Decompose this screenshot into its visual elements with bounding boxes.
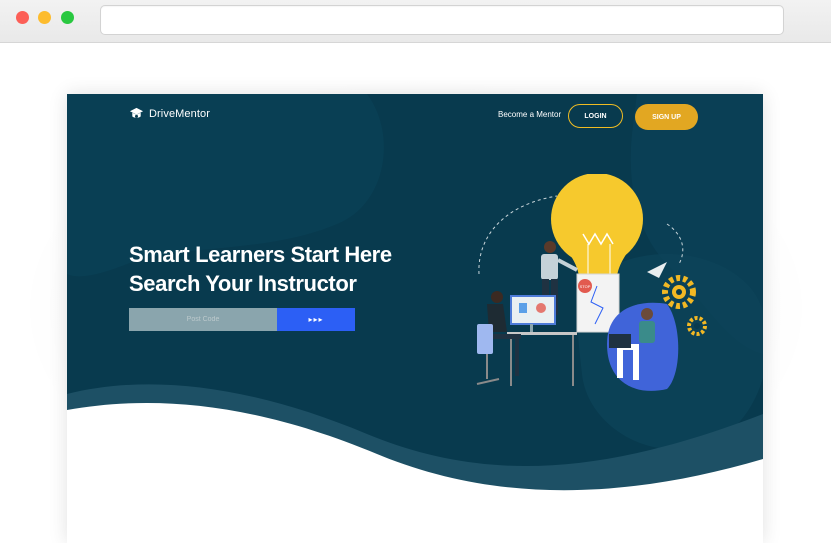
stop-sign-icon: STOP [578, 279, 592, 293]
close-window-button[interactable] [16, 11, 29, 24]
stop-sign-text: STOP [580, 284, 591, 289]
hero-title-line-1: Smart Learners Start Here [129, 242, 392, 267]
become-mentor-link[interactable]: Become a Mentor [498, 110, 561, 119]
paper-plane-icon [647, 262, 667, 278]
hero-bottom-wave [67, 384, 763, 543]
mortarboard-icon [129, 107, 144, 118]
maximize-window-button[interactable] [61, 11, 74, 24]
login-button[interactable]: LOGIN [568, 104, 623, 128]
landing-page: DriveMentor Become a Mentor LOGIN SIGN U… [67, 94, 763, 543]
search-submit-button[interactable]: ▸▸▸ [277, 308, 355, 331]
dashed-arc-decoration-right [666, 223, 684, 265]
address-bar[interactable] [100, 5, 784, 35]
signup-button[interactable]: SIGN UP [635, 104, 698, 130]
brand-logo[interactable]: DriveMentor [129, 106, 210, 122]
hero-heading: Smart Learners Start Here Search Your In… [129, 240, 459, 298]
brand-name: DriveMentor [149, 108, 211, 120]
browser-toolbar [0, 0, 831, 43]
hero-title-line-2: Search Your Instructor [129, 271, 357, 296]
postcode-search-input[interactable] [129, 308, 277, 331]
minimize-window-button[interactable] [38, 11, 51, 24]
hero-illustration: STOP [476, 174, 707, 391]
